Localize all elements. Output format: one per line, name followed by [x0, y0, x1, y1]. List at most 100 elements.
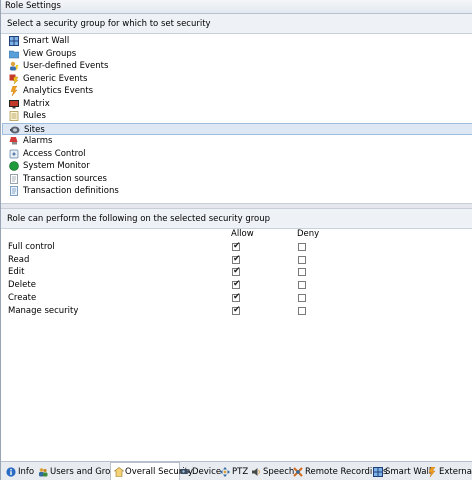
permission-row-edit: Edit ✔: [1, 266, 472, 279]
check-mark-icon: ✔: [233, 253, 241, 264]
group-item-label: Alarms: [23, 136, 53, 146]
group-item-user-defined-events[interactable]: User-defined Events: [2, 60, 472, 73]
group-item-matrix[interactable]: Matrix: [2, 98, 472, 111]
permissions-prompt: Role can perform the following on the se…: [1, 209, 472, 229]
tab-overall-security[interactable]: Overall Security: [110, 462, 193, 480]
transaction-definitions-icon: [10, 186, 18, 196]
allow-checkbox[interactable]: ✔: [232, 266, 241, 277]
group-item-label: Rules: [23, 111, 46, 121]
tab-label: External Ev: [439, 467, 472, 477]
deny-column-header: Deny: [297, 229, 320, 239]
tab-label: Speech: [263, 467, 295, 477]
tab-label: Smart Wall: [385, 467, 432, 477]
group-item-label: Smart Wall: [23, 36, 70, 46]
sites-icon: [10, 126, 20, 133]
allow-column-header: Allow: [231, 229, 254, 239]
tab-ptz[interactable]: PTZ: [220, 464, 248, 480]
allow-checkbox[interactable]: ✔: [232, 279, 241, 290]
check-mark-icon: ✔: [233, 241, 241, 251]
group-item-alarms[interactable]: Alarms: [2, 135, 472, 148]
group-item-label: System Monitor: [23, 161, 90, 171]
permission-label: Manage security: [8, 305, 79, 316]
folder-icon: [9, 50, 19, 58]
check-mark-icon: ✔: [233, 304, 241, 315]
tab-speech[interactable]: Speech: [251, 464, 295, 480]
deny-checkbox[interactable]: [298, 306, 306, 315]
group-item-label: Matrix: [23, 98, 50, 109]
generic-events-icon: [9, 74, 19, 84]
permission-row-read: Read ✔: [1, 254, 472, 267]
transaction-sources-icon: [10, 173, 18, 184]
group-item-label: Access Control: [23, 148, 86, 159]
tab-label: Info: [18, 467, 35, 477]
group-item-system-monitor[interactable]: System Monitor: [2, 160, 472, 173]
group-item-smart-wall[interactable]: Smart Wall: [2, 35, 472, 48]
deny-checkbox[interactable]: [298, 268, 306, 277]
tab-remote-recordings[interactable]: Remote Recordings: [293, 464, 387, 480]
role-settings-window: Role Settings Select a security group fo…: [0, 0, 472, 480]
overall-security-icon: [114, 467, 124, 477]
permission-label: Create: [8, 292, 37, 303]
tab-external-events[interactable]: External Ev: [427, 464, 472, 480]
smart-wall-icon: [373, 467, 383, 477]
permission-row-delete: Delete ✔: [1, 279, 472, 292]
group-item-analytics-events[interactable]: Analytics Events: [2, 85, 472, 98]
tab-label: PTZ: [232, 467, 249, 477]
security-group-prompt: Select a security group for which to set…: [1, 14, 472, 34]
allow-checkbox[interactable]: ✔: [232, 241, 241, 251]
allow-checkbox[interactable]: ✔: [232, 291, 241, 302]
smart-wall-icon: [9, 36, 19, 46]
group-item-generic-events[interactable]: Generic Events: [2, 73, 472, 86]
group-item-label: Analytics Events: [23, 86, 94, 96]
users-groups-icon: [39, 468, 48, 477]
permission-label: Read: [8, 254, 30, 265]
allow-checkbox[interactable]: ✔: [232, 304, 241, 315]
info-icon: [6, 467, 16, 477]
check-mark-icon: ✔: [233, 266, 241, 277]
window-title: Role Settings: [1, 0, 472, 14]
rules-icon: [9, 111, 19, 121]
group-item-label: Generic Events: [23, 73, 88, 84]
check-mark-icon: ✔: [233, 291, 241, 302]
allow-checkbox[interactable]: ✔: [232, 253, 241, 264]
tab-info[interactable]: Info: [6, 464, 36, 480]
group-item-rules[interactable]: Rules: [2, 110, 472, 123]
group-item-label: View Groups: [23, 48, 77, 59]
group-item-view-groups[interactable]: View Groups: [2, 48, 472, 61]
external-events-icon: [428, 467, 436, 477]
deny-checkbox[interactable]: [298, 255, 306, 264]
permission-row-create: Create ✔: [1, 292, 472, 305]
user-defined-events-icon: [10, 61, 19, 71]
device-icon: [180, 469, 190, 474]
deny-checkbox[interactable]: [298, 243, 306, 251]
group-item-access-control[interactable]: Access Control: [2, 148, 472, 161]
group-item-label: Transaction sources: [23, 173, 107, 184]
permission-row-full-control: Full control ✔: [1, 241, 472, 254]
tab-label: Device: [192, 467, 222, 477]
tab-smart-wall[interactable]: Smart Wall: [373, 464, 431, 480]
permission-label: Delete: [8, 280, 36, 291]
group-item-transaction-definitions[interactable]: Transaction definitions: [2, 185, 472, 198]
tab-device[interactable]: Device: [180, 464, 222, 480]
group-item-sites[interactable]: Sites: [2, 122, 472, 135]
role-settings-tabbar: Info Users and Groups Overall Security D…: [1, 461, 472, 480]
group-item-label: User-defined Events: [23, 61, 109, 71]
matrix-icon: [9, 99, 19, 108]
security-group-list: Smart Wall View Groups User-defined Even…: [2, 33, 472, 198]
deny-checkbox[interactable]: [298, 293, 306, 302]
permission-label: Edit: [8, 267, 25, 278]
permission-label: Full control: [8, 242, 55, 252]
group-item-label: Transaction definitions: [23, 186, 119, 196]
group-item-transaction-sources[interactable]: Transaction sources: [2, 173, 472, 186]
system-monitor-icon: [9, 161, 19, 171]
permission-row-manage-security: Manage security ✔: [1, 305, 472, 318]
speech-icon: [252, 468, 260, 476]
check-mark-icon: ✔: [233, 279, 241, 290]
remote-recordings-icon: [293, 467, 303, 477]
deny-checkbox[interactable]: [298, 281, 306, 290]
analytics-events-icon: [10, 86, 18, 96]
tab-users-and-groups[interactable]: Users and Groups: [38, 464, 126, 480]
alarms-icon: [9, 137, 18, 145]
ptz-icon: [220, 467, 230, 477]
access-control-icon: [9, 149, 19, 158]
